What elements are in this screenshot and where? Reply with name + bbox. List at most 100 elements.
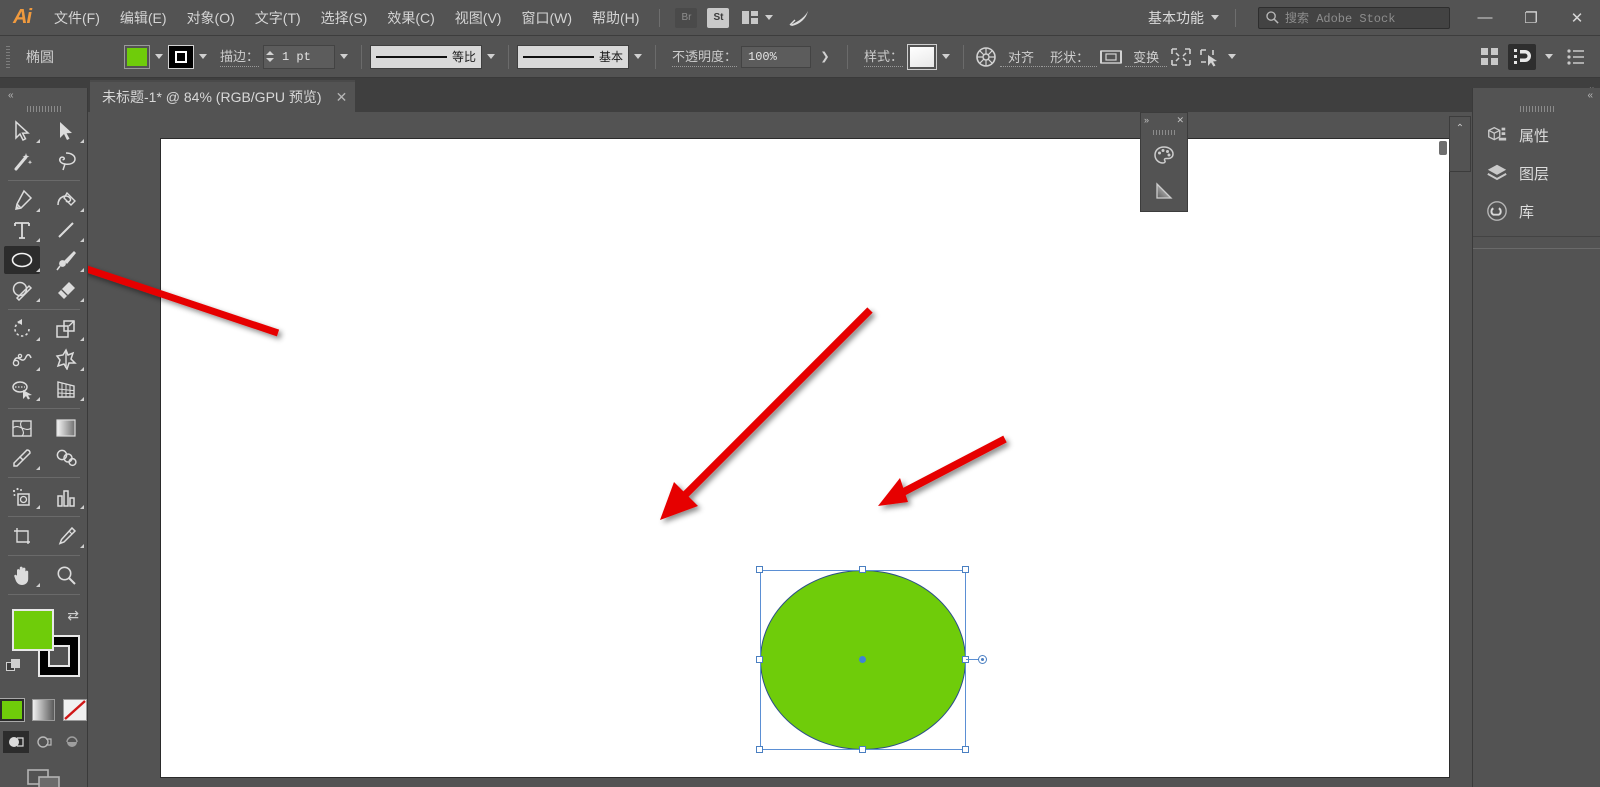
- free-transform-tool[interactable]: [44, 344, 88, 374]
- menu-file[interactable]: 文件(F): [44, 0, 110, 36]
- zoom-tool[interactable]: [44, 560, 88, 590]
- curvature-tool[interactable]: [44, 185, 88, 215]
- opacity-value[interactable]: 100%: [741, 46, 811, 68]
- selection-handle-top-left[interactable]: [756, 566, 763, 573]
- menu-select[interactable]: 选择(S): [311, 0, 378, 36]
- shaper-tool[interactable]: [0, 275, 44, 305]
- lasso-tool[interactable]: [44, 146, 88, 176]
- right-dock-collapse-icon[interactable]: «: [1473, 88, 1600, 102]
- color-mode-swatch[interactable]: [0, 699, 24, 721]
- gradient-mode-swatch[interactable]: [32, 699, 56, 721]
- draw-normal-button[interactable]: [3, 731, 29, 753]
- recolor-artwork-button[interactable]: [972, 44, 1000, 70]
- menu-edit[interactable]: 编辑(E): [110, 0, 177, 36]
- mesh-tool[interactable]: [0, 413, 44, 443]
- workspace-selector[interactable]: 基本功能: [1142, 8, 1225, 28]
- magic-wand-tool[interactable]: [0, 146, 44, 176]
- graphic-style-swatch[interactable]: [907, 44, 937, 70]
- symbol-sprayer-tool[interactable]: [0, 482, 44, 512]
- selection-handle-top-center[interactable]: [859, 566, 866, 573]
- type-tool[interactable]: [0, 215, 44, 245]
- stroke-profile-selector[interactable]: 等比: [370, 45, 482, 69]
- change-screen-mode-button[interactable]: [26, 767, 62, 787]
- menu-window[interactable]: 窗口(W): [511, 0, 582, 36]
- none-mode-swatch[interactable]: [63, 699, 87, 721]
- bridge-button[interactable]: Br: [675, 8, 697, 28]
- menu-object[interactable]: 对象(O): [177, 0, 245, 36]
- toolbar-grip[interactable]: [0, 102, 87, 116]
- canvas-area[interactable]: [88, 112, 1472, 787]
- dock-item-libraries[interactable]: 库: [1473, 192, 1600, 230]
- align-button[interactable]: 对齐: [1000, 47, 1042, 67]
- perspective-grid-tool[interactable]: [44, 374, 88, 404]
- snap-to-point-button[interactable]: [1508, 44, 1536, 70]
- floating-panel-close-icon[interactable]: ✕: [1176, 115, 1184, 126]
- document-tab-close-icon[interactable]: ✕: [336, 89, 348, 106]
- control-bar-grip[interactable]: [6, 46, 10, 68]
- menu-view[interactable]: 视图(V): [445, 0, 512, 36]
- shape-options-button[interactable]: [1097, 44, 1125, 70]
- profile-caret-icon[interactable]: [482, 45, 500, 69]
- stock-search-input[interactable]: 搜索 Adobe Stock: [1258, 7, 1450, 29]
- select-similar-caret-icon[interactable]: [1223, 45, 1241, 69]
- show-grid-button[interactable]: [1476, 44, 1504, 70]
- stroke-weight-caret-icon[interactable]: [335, 45, 353, 69]
- column-graph-tool[interactable]: [44, 482, 88, 512]
- stroke-weight-value[interactable]: 1 pt: [276, 46, 334, 68]
- shape-radius-widget[interactable]: [978, 655, 987, 664]
- blend-tool[interactable]: [44, 443, 88, 473]
- dock-item-properties[interactable]: 属性: [1473, 116, 1600, 154]
- window-minimize-button[interactable]: —: [1462, 0, 1508, 36]
- opacity-more-button[interactable]: ❯: [811, 44, 839, 70]
- brush-definition-selector[interactable]: 基本: [517, 45, 629, 69]
- window-restore-button[interactable]: ❐: [1508, 0, 1554, 36]
- pen-tool[interactable]: [0, 185, 44, 215]
- selection-handle-bottom-center[interactable]: [859, 746, 866, 753]
- snap-caret-icon[interactable]: [1540, 45, 1558, 69]
- select-similar-objects-button[interactable]: [1195, 44, 1223, 70]
- paintbrush-tool[interactable]: [44, 245, 88, 275]
- floating-panel-grip[interactable]: [1141, 127, 1187, 137]
- document-setup-menu-button[interactable]: [1562, 44, 1590, 70]
- slice-tool[interactable]: [44, 521, 88, 551]
- floating-panel-expand-icon[interactable]: »: [1144, 115, 1149, 125]
- default-fill-stroke-button[interactable]: [6, 659, 22, 673]
- dock-item-layers[interactable]: 图层: [1473, 154, 1600, 192]
- rotate-tool[interactable]: [0, 314, 44, 344]
- stroke-dropdown-caret-icon[interactable]: [194, 45, 212, 69]
- right-dock-grip[interactable]: [1473, 102, 1600, 116]
- shape-builder-tool[interactable]: [0, 374, 44, 404]
- fill-dropdown-caret-icon[interactable]: [150, 45, 168, 69]
- gradient-tool[interactable]: [44, 413, 88, 443]
- menu-type[interactable]: 文字(T): [245, 0, 311, 36]
- stroke-weight-stepper[interactable]: [264, 46, 276, 68]
- selection-handle-middle-left[interactable]: [756, 656, 763, 663]
- fill-color-control[interactable]: [12, 609, 54, 651]
- line-segment-tool[interactable]: [44, 215, 88, 245]
- scale-tool[interactable]: [44, 314, 88, 344]
- brush-caret-icon[interactable]: [629, 45, 647, 69]
- eyedropper-tool[interactable]: [0, 443, 44, 473]
- stroke-color-swatch[interactable]: [168, 45, 194, 69]
- canvas-scrollbar-thumb[interactable]: [1439, 141, 1447, 155]
- ellipse-tool[interactable]: [0, 245, 44, 275]
- swap-fill-stroke-icon[interactable]: ⇄: [67, 607, 79, 624]
- transform-button[interactable]: 变换: [1125, 47, 1167, 67]
- menu-help[interactable]: 帮助(H): [582, 0, 649, 36]
- selection-tool[interactable]: [0, 116, 44, 146]
- arrange-documents-button[interactable]: [742, 11, 773, 24]
- isolate-selected-object-button[interactable]: [1167, 44, 1195, 70]
- color-guide-panel-icon[interactable]: [1141, 137, 1187, 173]
- whats-new-button[interactable]: [787, 8, 811, 28]
- width-tool[interactable]: [0, 344, 44, 374]
- document-tab[interactable]: 未标题-1* @ 84% (RGB/GPU 预览) ✕: [90, 80, 355, 112]
- stock-button[interactable]: St: [707, 8, 729, 28]
- selected-shape-group[interactable]: [760, 570, 966, 750]
- selection-handle-bottom-right[interactable]: [962, 746, 969, 753]
- gradient-panel-icon[interactable]: [1141, 173, 1187, 209]
- style-caret-icon[interactable]: [937, 45, 955, 69]
- menu-effect[interactable]: 效果(C): [377, 0, 444, 36]
- selection-handle-bottom-left[interactable]: [756, 746, 763, 753]
- direct-selection-tool[interactable]: [44, 116, 88, 146]
- draw-behind-button[interactable]: [31, 731, 57, 753]
